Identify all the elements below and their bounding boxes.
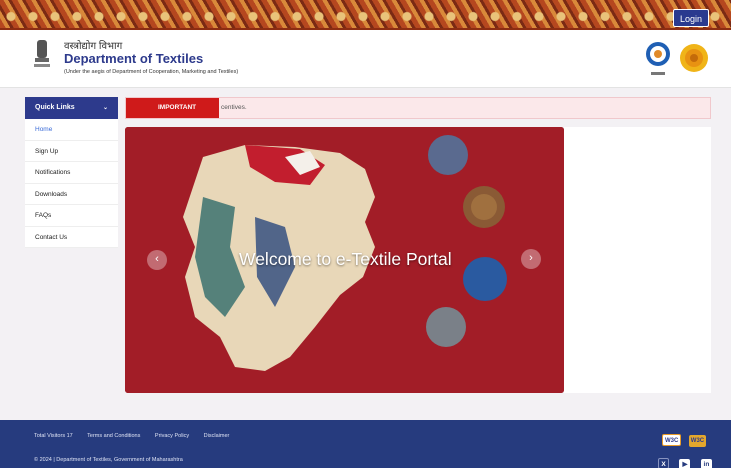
chevron-left-icon: ‹ xyxy=(155,253,159,265)
carousel-next-button[interactable]: › xyxy=(521,249,541,269)
carousel-prev-button[interactable]: ‹ xyxy=(147,250,167,270)
footer-link-terms[interactable]: Terms and Conditions xyxy=(87,433,140,439)
ticker-text[interactable]: centives. xyxy=(221,98,247,118)
x-icon[interactable]: X xyxy=(658,458,669,468)
footer-link-disclaimer[interactable]: Disclaimer xyxy=(204,433,230,439)
linkedin-icon[interactable]: in xyxy=(700,459,712,468)
important-badge: IMPORTANT xyxy=(126,98,219,118)
sidebar-item-downloads[interactable]: Downloads xyxy=(25,184,118,205)
seal-logo-icon xyxy=(680,44,708,72)
decorative-top-border xyxy=(0,0,731,30)
quick-links-title: Quick Links xyxy=(35,104,75,111)
login-button[interactable]: Login xyxy=(672,9,709,27)
announcement-ticker: IMPORTANT centives. xyxy=(125,97,711,119)
sidebar-item-contact-us[interactable]: Contact Us xyxy=(25,227,118,248)
sidebar-item-home[interactable]: Home xyxy=(25,119,118,141)
chevron-right-icon: › xyxy=(529,252,533,264)
quick-links-header[interactable]: Quick Links ⌄ xyxy=(25,97,118,119)
visitor-count: Total Visitors 17 xyxy=(34,433,73,439)
youtube-icon[interactable]: ▶ xyxy=(679,459,691,468)
state-emblem-icon xyxy=(34,40,50,67)
w3c-badge-icon[interactable]: W3C xyxy=(662,434,682,446)
social-links: X ▶ in ◉ xyxy=(652,453,731,468)
site-header: वस्त्रोद्योग विभाग Department of Textile… xyxy=(0,30,731,88)
carousel-caption: Welcome to e-Textile Portal xyxy=(239,249,452,269)
copyright-text: © 2024 | Department of Textiles, Governm… xyxy=(34,457,183,463)
dept-subtitle: (Under the aegis of Department of Cooper… xyxy=(64,69,239,75)
hero-carousel: ‹ Welcome to e-Textile Portal › xyxy=(125,127,564,393)
footer-links: Total Visitors 17 Terms and Conditions P… xyxy=(34,433,242,439)
w3c-badges: W3C W3C xyxy=(659,429,707,447)
side-panel xyxy=(564,127,711,393)
site-footer: Total Visitors 17 Terms and Conditions P… xyxy=(0,420,731,468)
footer-link-privacy[interactable]: Privacy Policy xyxy=(155,433,189,439)
dept-title[interactable]: Department of Textiles xyxy=(64,51,203,66)
gear-logo-icon xyxy=(646,42,670,75)
sidebar-item-notifications[interactable]: Notifications xyxy=(25,162,118,184)
dept-name-hindi: वस्त्रोद्योग विभाग xyxy=(64,41,123,52)
sidebar-item-sign-up[interactable]: Sign Up xyxy=(25,141,118,162)
quick-links-list: Home Sign Up Notifications Downloads FAQ… xyxy=(25,119,118,248)
w3c-badge-icon[interactable]: W3C xyxy=(688,435,707,447)
chevron-down-icon: ⌄ xyxy=(102,105,108,111)
sidebar-item-faqs[interactable]: FAQs xyxy=(25,205,118,227)
